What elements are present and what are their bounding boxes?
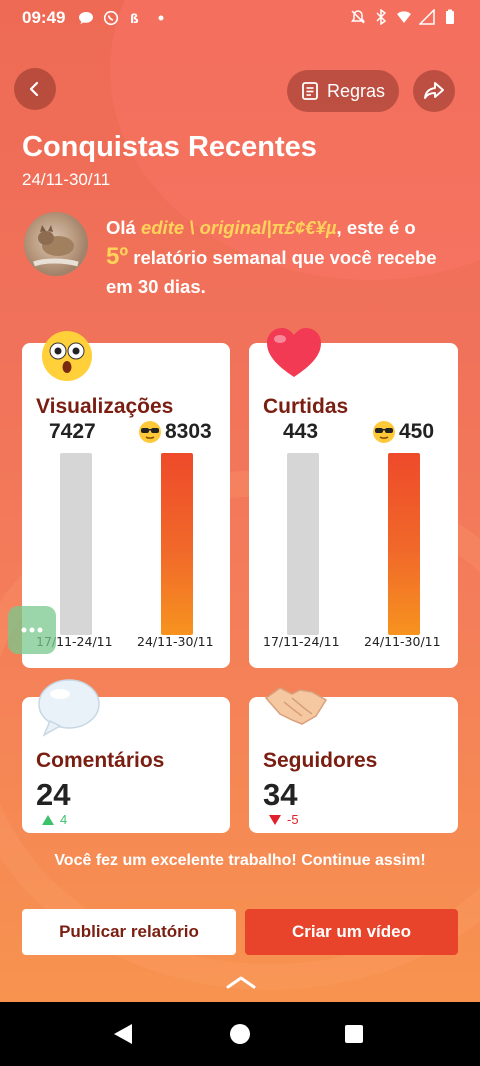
likes-previous-bar (287, 453, 319, 635)
greeting-username: edite \ original|π£¢€¥µ (140, 217, 337, 238)
nav-recents-icon[interactable] (344, 1024, 364, 1044)
wifi-icon (397, 11, 411, 23)
app-notification-icon: ß (130, 12, 139, 26)
page-title: Conquistas Recentes (22, 131, 317, 163)
likes-card: Curtidas 443 450 17/11-24/11 24/11-30/11 (249, 343, 458, 668)
greeting-message: Olá edite \ original|π£¢€¥µ, este é o 5º… (106, 213, 456, 301)
likes-previous-period: 17/11-24/11 (263, 634, 340, 649)
rules-label: Regras (326, 80, 386, 101)
status-time: 09:49 (22, 8, 66, 27)
views-current-value-group: 8303 (138, 420, 212, 444)
greeting-suffix: relatório semanal que você recebe em 30 … (106, 247, 437, 297)
likes-label: Curtidas (263, 395, 349, 418)
system-navigation-bar (0, 1002, 480, 1066)
views-current-value: 8303 (165, 420, 212, 443)
views-previous-bar (60, 453, 92, 635)
notification-icons: ß (78, 10, 169, 26)
views-label: Visualizações (36, 395, 174, 418)
arrow-down-icon (269, 814, 281, 825)
comments-delta: 4 (42, 812, 67, 827)
nav-back-icon[interactable] (113, 1023, 133, 1045)
encouragement-message: Você fez um excelente trabalho! Continue… (54, 852, 426, 869)
surprised-emoji-icon (42, 331, 92, 381)
status-bar: 09:49 ß (0, 0, 480, 36)
publish-report-button[interactable]: Publicar relatório (22, 909, 236, 955)
cool-emoji-icon (373, 421, 395, 443)
whatsapp-icon (103, 10, 119, 26)
likes-current-value: 450 (399, 420, 435, 443)
speech-bubble-icon (38, 679, 100, 737)
nav-home-icon[interactable] (229, 1023, 251, 1045)
likes-previous-value: 443 (283, 420, 319, 443)
mute-bell-icon (351, 10, 365, 24)
handshake-icon (264, 687, 328, 725)
document-icon (302, 82, 318, 100)
likes-current-value-group: 450 (372, 420, 434, 444)
followers-value: 34 (263, 777, 298, 812)
system-icons (350, 9, 458, 25)
avatar[interactable] (24, 212, 88, 276)
heart-icon (267, 328, 321, 377)
date-range: 24/11-30/11 (22, 170, 111, 189)
chevron-up-icon[interactable] (225, 974, 257, 990)
battery-icon (446, 9, 454, 24)
comments-value: 24 (36, 777, 71, 812)
create-video-button[interactable]: Criar um vídeo (245, 909, 458, 955)
views-current-period: 24/11-30/11 (137, 634, 214, 649)
screen: 09:49 ß Regras Conquistas Recentes 24/11… (0, 0, 480, 1002)
share-icon (424, 82, 444, 99)
chat-bubble-icon (79, 12, 93, 24)
rules-button[interactable]: Regras (287, 70, 399, 112)
comments-label: Comentários (36, 749, 165, 772)
comments-delta-value: 4 (60, 812, 68, 827)
views-previous-value: 7427 (49, 420, 96, 443)
likes-current-period: 24/11-30/11 (364, 634, 441, 649)
dot-icon (158, 15, 164, 21)
likes-current-bar (388, 453, 420, 635)
arrow-up-icon (42, 814, 54, 825)
floating-menu-button[interactable] (8, 606, 56, 654)
followers-delta: -5 (269, 812, 299, 827)
svg-text:ß: ß (130, 12, 139, 26)
bluetooth-icon (376, 9, 387, 25)
signal-icon (419, 9, 435, 25)
avatar-cat-image (33, 225, 79, 267)
more-dots-icon (21, 627, 43, 633)
chevron-left-icon (29, 81, 39, 97)
views-current-bar (161, 453, 193, 635)
greeting-prefix: Olá (106, 217, 141, 238)
followers-label: Seguidores (263, 749, 378, 772)
share-button[interactable] (413, 70, 455, 112)
followers-delta-value: -5 (287, 812, 299, 827)
greeting-middle: , este é o (336, 217, 416, 238)
report-number: 5º (106, 243, 129, 270)
back-button[interactable] (14, 68, 56, 110)
cool-emoji-icon (139, 421, 161, 443)
